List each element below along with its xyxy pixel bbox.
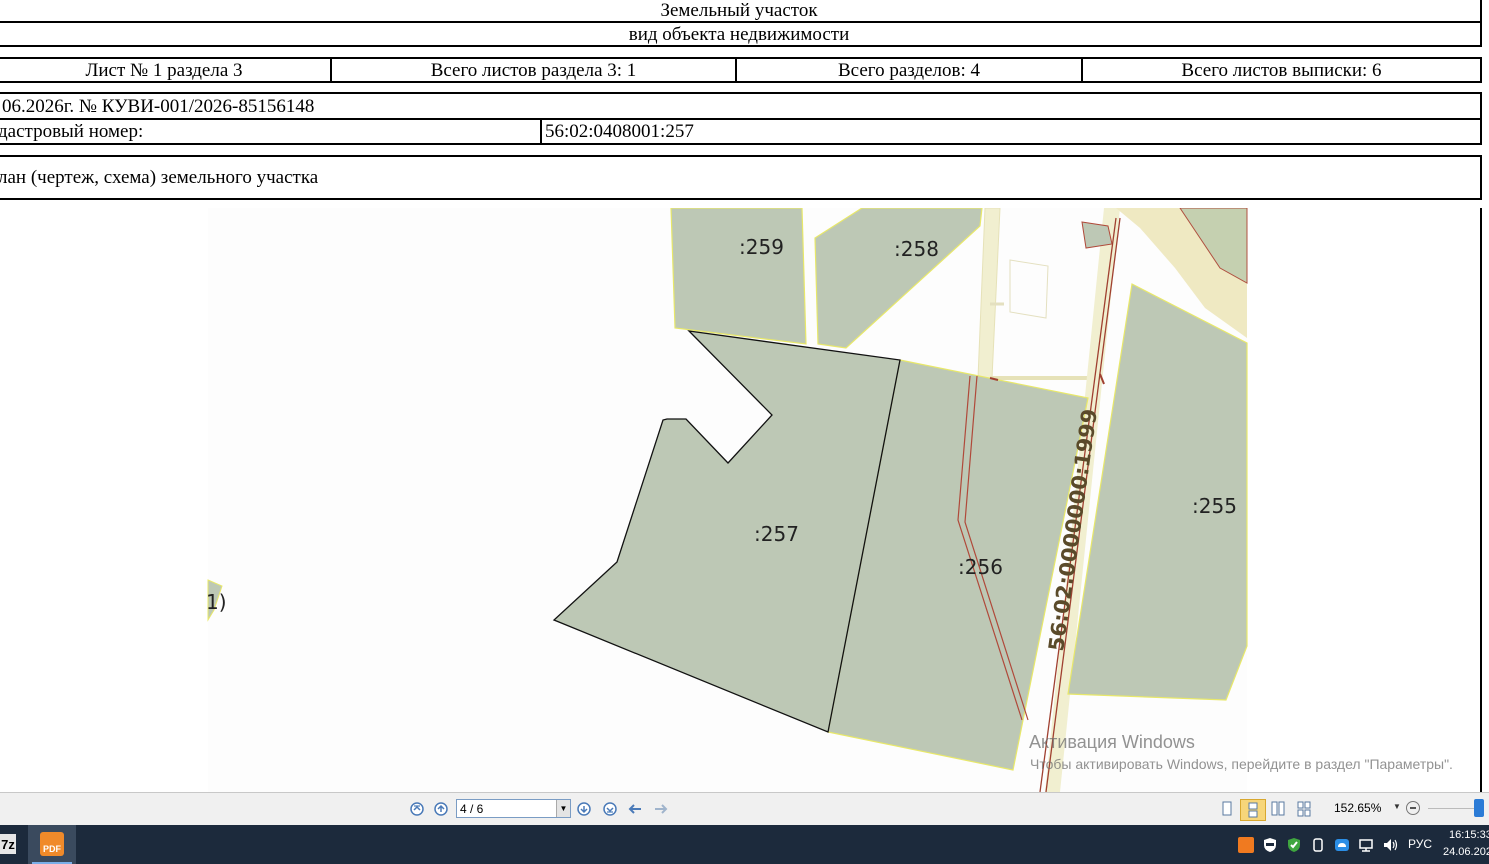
cadastral-value-cell: 56:02:0408001:257 [540, 118, 1482, 145]
arrow-right-icon [655, 804, 668, 814]
sheets-total: Всего листов выписки: 6 [1081, 57, 1482, 83]
label-parcel-255: :255 [1192, 494, 1237, 518]
back-button[interactable] [627, 801, 643, 817]
chevron-down-icon[interactable]: ▼ [556, 800, 570, 817]
single-page-icon [1222, 801, 1232, 816]
continuous-page-icon [1248, 802, 1258, 818]
label-parcel-259: :259 [739, 235, 784, 259]
continuous-facing-view-button[interactable] [1296, 801, 1312, 817]
cadastral-value: 56:02:0408001:257 [545, 121, 694, 142]
object-type-title: Земельный участок [0, 0, 1482, 23]
arrow-left-icon [628, 804, 641, 814]
volume-icon[interactable] [1382, 837, 1398, 853]
first-page-icon [410, 802, 424, 816]
label-parcel-258: :258 [894, 237, 939, 261]
activation-watermark-title: Активация Windows [1029, 732, 1195, 752]
shield-icon[interactable] [1262, 837, 1278, 853]
usb-device-icon[interactable] [1310, 837, 1326, 853]
tray-orange-app-icon[interactable] [1238, 837, 1254, 853]
previous-page-button[interactable] [433, 801, 449, 817]
label-parcel-256: :256 [958, 555, 1003, 579]
object-type-subtitle: вид объекта недвижимости [0, 21, 1482, 47]
plan-title: лан (чертеж, схема) земельного участка [0, 167, 319, 188]
page-number-input[interactable]: 4 / 6 ▼ [456, 799, 571, 818]
clock-time: 16:15:33 [1449, 829, 1489, 841]
first-page-button[interactable] [409, 801, 425, 817]
document-page: Земельный участок вид объекта недвижимос… [0, 0, 1489, 792]
zoom-dropdown-icon[interactable]: ▼ [1393, 802, 1401, 811]
sheets-in-section: Всего листов раздела 3: 1 [330, 57, 737, 83]
label-edge-fragment: 1) [206, 590, 227, 614]
activation-watermark-subtitle: Чтобы активировать Windows, перейдите в … [1030, 756, 1453, 772]
network-icon[interactable] [1358, 837, 1374, 853]
page-indicator-text: 4 / 6 [460, 801, 484, 816]
grid-pages-icon [1297, 801, 1311, 817]
sections-total: Всего разделов: 4 [735, 57, 1083, 83]
continuous-view-button[interactable] [1240, 799, 1266, 821]
sheet-number: Лист № 1 раздела 3 [0, 57, 332, 83]
extract-date-number-text: 06.2026г. № КУВИ-001/2026-85156148 [2, 95, 315, 117]
clock-date: 24.06.2026 [1443, 846, 1489, 858]
parcel-map: :259 :258 :257 :256 :255 1) 56:02:000000… [0, 208, 1489, 792]
pdf-app-icon: PDF [40, 832, 64, 856]
cloud-icon[interactable] [1334, 837, 1350, 853]
label-parcel-257: :257 [754, 522, 799, 546]
last-page-button[interactable] [602, 801, 618, 817]
pdf-app-icon-label: PDF [43, 844, 61, 854]
arrow-up-icon [434, 802, 448, 816]
extract-date-number: 06.2026г. № КУВИ-001/2026-85156148 [0, 92, 1482, 120]
taskbar-app-pdf-viewer[interactable]: PDF [28, 825, 76, 864]
forward-button[interactable] [653, 801, 669, 817]
next-page-button[interactable] [576, 801, 592, 817]
single-page-view-button[interactable] [1219, 801, 1235, 817]
last-page-icon [603, 802, 617, 816]
language-indicator[interactable]: РУС [1408, 837, 1432, 851]
zoom-out-button[interactable] [1406, 801, 1420, 815]
taskbar-app-7zip-label: 7z [1, 836, 15, 852]
pdf-viewer-toolbar: 4 / 6 ▼ 152.65% ▼ [0, 792, 1489, 825]
parcel-259 [670, 208, 807, 345]
facing-pages-icon [1271, 801, 1285, 816]
zoom-level-text: 152.65% [1334, 801, 1382, 815]
language-indicator-text: РУС [1408, 837, 1433, 851]
arrow-down-icon [577, 802, 591, 816]
antivirus-icon[interactable] [1286, 837, 1302, 853]
cadastral-label-cell: дастровый номер: [0, 118, 542, 145]
zoom-slider-handle[interactable] [1474, 799, 1484, 817]
facing-view-button[interactable] [1270, 801, 1286, 817]
minus-icon [1410, 807, 1416, 809]
cadastral-label: дастровый номер: [0, 121, 144, 142]
zoom-level[interactable]: 152.65% [1334, 801, 1381, 815]
taskbar-app-7zip[interactable]: 7z [0, 834, 16, 854]
system-clock[interactable]: 16:15:33 24.06.2026 [1443, 827, 1489, 861]
windows-taskbar: 7z PDF РУС 16:15:33 24.06.2026 [0, 825, 1489, 864]
zoom-slider-track[interactable] [1428, 808, 1480, 809]
plan-title-cell: лан (чертеж, схема) земельного участка [0, 155, 1482, 200]
